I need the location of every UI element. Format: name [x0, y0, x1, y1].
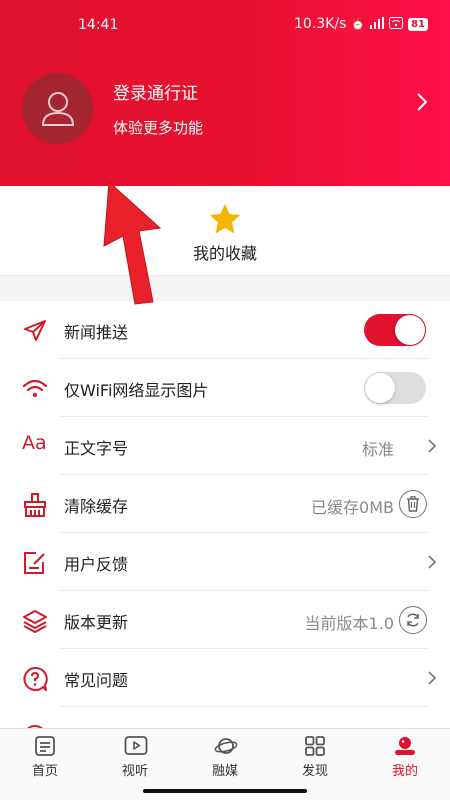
tab-home[interactable]: 首页	[0, 729, 90, 781]
chevron-right-icon	[428, 555, 437, 569]
profile-icon	[395, 737, 415, 755]
status-time: 14:41	[78, 17, 119, 33]
setting-feedback[interactable]: 用户反馈	[0, 533, 450, 591]
tab-media[interactable]: 融媒	[180, 729, 270, 781]
font-size-value: 标准	[361, 440, 394, 459]
planet-icon	[214, 738, 238, 754]
profile-header: 14:41 10.3K/s ⏰ 81 登录通行证 体验更多功能	[0, 0, 450, 186]
setting-wifi-images: 仅WiFi网络显示图片	[0, 359, 450, 417]
setting-faq[interactable]: 常见问题	[0, 649, 450, 707]
battery-icon: 81	[408, 17, 428, 31]
question-icon	[23, 666, 48, 691]
setting-version-update[interactable]: 版本更新 当前版本1.0	[0, 591, 450, 649]
font-size-icon: Aa	[22, 432, 47, 454]
chevron-right-icon[interactable]	[416, 92, 428, 112]
setting-partial-row	[0, 707, 450, 728]
home-icon	[35, 736, 55, 756]
news-push-toggle[interactable]	[364, 314, 426, 346]
favorites-button[interactable]: 我的收藏	[0, 186, 450, 276]
wifi-images-toggle[interactable]	[364, 372, 426, 404]
tab-discover[interactable]: 发现	[270, 729, 360, 781]
tab-label: 视听	[121, 764, 148, 779]
setting-label: 常见问题	[64, 671, 129, 690]
network-speed: 10.3K/s	[294, 16, 347, 32]
setting-font-size[interactable]: Aa 正文字号 标准	[0, 417, 450, 475]
login-title[interactable]: 登录通行证	[113, 79, 198, 104]
avatar[interactable]	[22, 73, 93, 144]
layers-icon	[23, 610, 47, 633]
setting-label: 用户反馈	[64, 555, 129, 574]
setting-label: 版本更新	[64, 613, 129, 632]
home-indicator	[143, 789, 307, 793]
tab-label: 我的	[391, 764, 418, 779]
version-value: 当前版本1.0	[304, 614, 394, 633]
wifi-status-icon	[389, 16, 404, 32]
tab-label: 首页	[31, 764, 58, 779]
refresh-icon	[407, 613, 419, 627]
feedback-icon	[24, 552, 45, 574]
annotation-arrow	[103, 180, 162, 305]
favorites-label: 我的收藏	[192, 244, 257, 263]
chevron-right-icon	[428, 439, 437, 453]
send-icon	[24, 320, 46, 341]
cache-size-value: 已缓存0MB	[311, 498, 394, 517]
tab-video[interactable]: 视听	[90, 729, 180, 781]
setting-news-push: 新闻推送	[0, 301, 450, 359]
trash-button[interactable]	[399, 490, 427, 518]
tab-label: 发现	[301, 764, 328, 779]
setting-label: 正文字号	[64, 439, 129, 458]
chevron-right-icon	[428, 671, 437, 685]
grid-icon	[305, 736, 325, 756]
status-indicators: 10.3K/s ⏰ 81	[294, 16, 428, 32]
trash-icon	[407, 496, 419, 512]
setting-label: 清除缓存	[64, 497, 129, 516]
setting-label: 仅WiFi网络显示图片	[64, 381, 209, 400]
settings-list: 新闻推送 仅WiFi网络显示图片 Aa 正文字号 标准 清除缓存 已缓存0MB	[0, 301, 450, 728]
login-subtitle: 体验更多功能	[113, 119, 204, 137]
refresh-button[interactable]	[399, 606, 427, 634]
wifi-icon	[22, 379, 48, 397]
play-icon	[124, 736, 148, 755]
alarm-icon: ⏰	[351, 17, 366, 31]
status-bar: 14:41 10.3K/s ⏰ 81	[0, 0, 450, 52]
star-icon	[210, 204, 240, 234]
setting-label: 新闻推送	[64, 323, 129, 342]
broom-icon	[24, 493, 46, 517]
tab-label: 融媒	[211, 764, 238, 779]
setting-clear-cache[interactable]: 清除缓存 已缓存0MB	[0, 475, 450, 533]
tab-mine[interactable]: 我的	[360, 729, 450, 781]
user-icon	[41, 91, 74, 126]
signal-icon	[370, 16, 385, 32]
